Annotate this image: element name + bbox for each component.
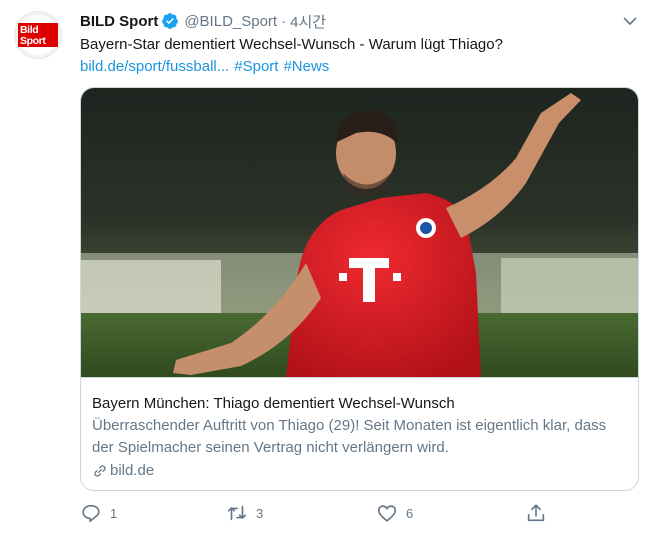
verified-badge-icon (162, 13, 179, 29)
reply-count: 1 (110, 505, 118, 521)
chevron-down-icon[interactable] (622, 13, 638, 29)
like-button[interactable]: 6 (376, 501, 413, 525)
avatar-logo: Bild Sport (18, 23, 58, 47)
tweet-timestamp[interactable]: 4시간 (290, 11, 326, 32)
card-title: Bayern München: Thiago dementiert Wechse… (92, 395, 455, 412)
hashtag-link[interactable]: #Sport (234, 58, 278, 75)
like-count: 6 (406, 505, 414, 521)
link-preview-card[interactable]: Bayern München: Thiago dementiert Wechse… (80, 87, 639, 491)
account-handle[interactable]: @BILD_Sport (184, 13, 277, 30)
avatar-logo-background: Bild Sport (18, 15, 58, 55)
card-body: Bayern München: Thiago dementiert Wechse… (81, 379, 638, 482)
share-icon (527, 504, 545, 522)
link-icon (94, 465, 106, 477)
separator-dot: · (281, 12, 287, 30)
card-domain: bild.de (92, 460, 626, 482)
share-button[interactable] (525, 501, 547, 525)
tweet-links: bild.de/sport/fussball... #Sport #News (80, 56, 329, 78)
avatar[interactable]: Bild Sport (14, 11, 62, 59)
retweet-button[interactable]: 3 (226, 501, 263, 525)
card-description: Überraschender Auftritt von Thiago (29)!… (92, 417, 607, 456)
heart-icon (377, 505, 397, 522)
retweet-count: 3 (256, 505, 264, 521)
tweet[interactable]: Bild Sport BILD Sport @BILD_Sport · 4시간 … (0, 0, 658, 538)
reply-icon (82, 504, 100, 523)
reply-button[interactable]: 1 (80, 501, 117, 525)
card-image[interactable] (81, 88, 638, 378)
hashtag-link[interactable]: #News (283, 58, 329, 75)
account-name[interactable]: BILD Sport (80, 13, 158, 30)
tweet-header: BILD Sport @BILD_Sport · 4시간 (80, 10, 326, 32)
tweet-actions: 1 3 6 (80, 501, 560, 525)
retweet-icon (227, 505, 247, 521)
tweet-url-link[interactable]: bild.de/sport/fussball... (80, 58, 229, 75)
tweet-text: Bayern-Star dementiert Wechsel-Wunsch - … (80, 36, 503, 53)
card-domain-text: bild.de (110, 462, 155, 479)
